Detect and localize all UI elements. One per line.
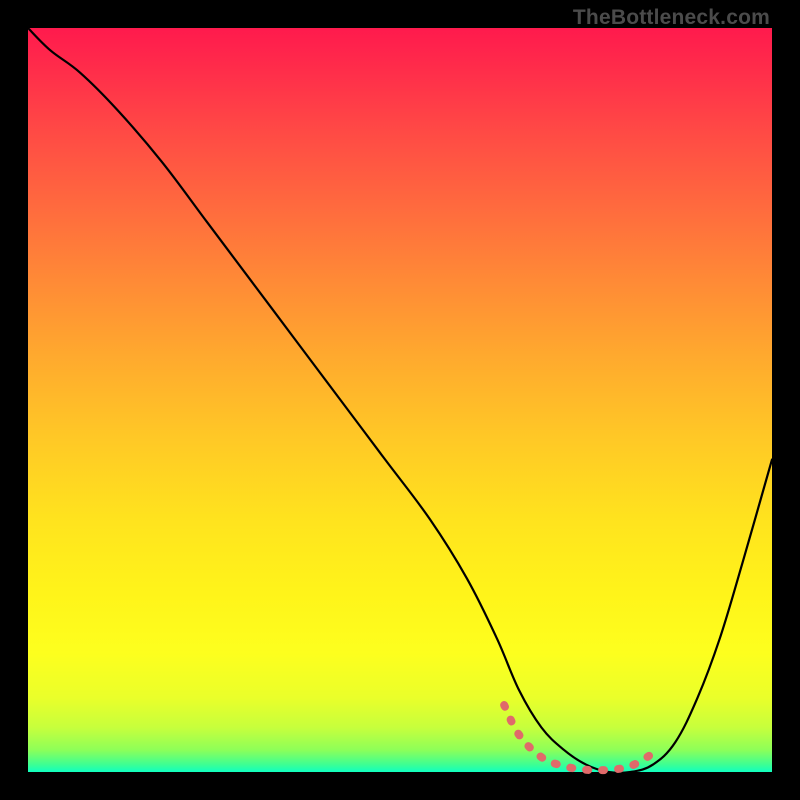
chart-frame: TheBottleneck.com bbox=[0, 0, 800, 800]
plot-area bbox=[28, 28, 772, 772]
bottleneck-curve bbox=[28, 28, 772, 773]
curve-layer bbox=[28, 28, 772, 772]
attribution-label: TheBottleneck.com bbox=[573, 6, 770, 30]
